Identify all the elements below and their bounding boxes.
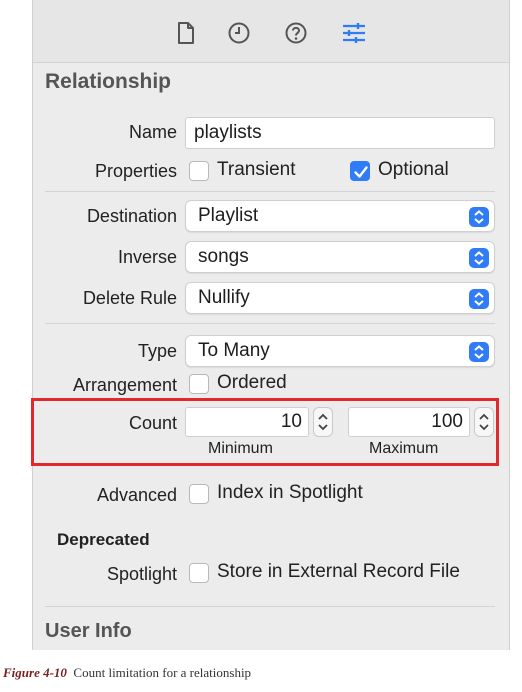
name-field[interactable]: playlists — [185, 117, 495, 149]
section-heading-relationship: Relationship — [45, 70, 172, 93]
stepper-icon — [479, 413, 489, 431]
section-heading-deprecated: Deprecated — [57, 530, 150, 549]
checkmark-icon — [354, 166, 368, 178]
optional-label: Optional — [378, 159, 449, 180]
destination-select[interactable]: Playlist — [185, 200, 495, 232]
inverse-label: Inverse — [117, 247, 177, 267]
clock-icon[interactable] — [226, 20, 252, 46]
store-external-label: Store in External Record File — [217, 561, 460, 582]
arrangement-label: Arrangement — [72, 375, 177, 395]
section-heading-user-info: User Info — [45, 620, 132, 642]
inverse-select[interactable]: songs — [185, 241, 495, 273]
delete-rule-value: Nullify — [198, 287, 250, 308]
type-label: Type — [137, 341, 177, 361]
index-spotlight-label: Index in Spotlight — [217, 482, 363, 503]
file-icon[interactable] — [173, 20, 199, 46]
transient-label: Transient — [217, 159, 296, 180]
advanced-label: Advanced — [96, 485, 177, 505]
inverse-value: songs — [198, 246, 249, 267]
inspector-panel: Relationship Name playlists Properties T… — [31, 0, 510, 650]
count-maximum-field[interactable]: 100 — [348, 407, 470, 437]
divider — [45, 191, 495, 192]
delete-rule-label: Delete Rule — [82, 288, 177, 308]
chevron-updown-icon — [469, 207, 489, 227]
sliders-icon[interactable] — [341, 20, 367, 46]
figure-number: Figure 4-10 — [3, 665, 67, 680]
ordered-checkbox[interactable] — [189, 374, 209, 394]
optional-checkbox[interactable] — [350, 161, 370, 181]
store-external-checkbox[interactable] — [189, 563, 209, 583]
count-minimum-field[interactable]: 10 — [185, 407, 309, 437]
help-icon[interactable] — [283, 20, 309, 46]
divider — [45, 323, 495, 324]
index-spotlight-checkbox[interactable] — [189, 484, 209, 504]
properties-label: Properties — [94, 161, 177, 181]
figure-caption: Figure 4-10 Count limitation for a relat… — [3, 665, 251, 681]
destination-label: Destination — [86, 206, 177, 226]
minimum-caption: Minimum — [208, 440, 273, 457]
count-maximum-stepper[interactable] — [474, 407, 494, 437]
divider — [45, 606, 495, 607]
figure-caption-text: Count limitation for a relationship — [73, 665, 252, 680]
chevron-updown-icon — [469, 248, 489, 268]
stepper-icon — [318, 413, 328, 431]
type-select[interactable]: To Many — [185, 335, 495, 367]
transient-checkbox[interactable] — [189, 161, 209, 181]
destination-value: Playlist — [198, 205, 259, 226]
chevron-updown-icon — [469, 289, 489, 309]
chevron-updown-icon — [469, 342, 489, 362]
inspector-tab-bar — [33, 0, 509, 63]
spotlight-label: Spotlight — [106, 564, 177, 584]
ordered-label: Ordered — [217, 372, 287, 393]
maximum-caption: Maximum — [369, 440, 439, 457]
count-label: Count — [128, 413, 177, 433]
delete-rule-select[interactable]: Nullify — [185, 282, 495, 314]
type-value: To Many — [198, 340, 270, 361]
count-minimum-stepper[interactable] — [313, 407, 333, 437]
name-label: Name — [128, 122, 177, 142]
